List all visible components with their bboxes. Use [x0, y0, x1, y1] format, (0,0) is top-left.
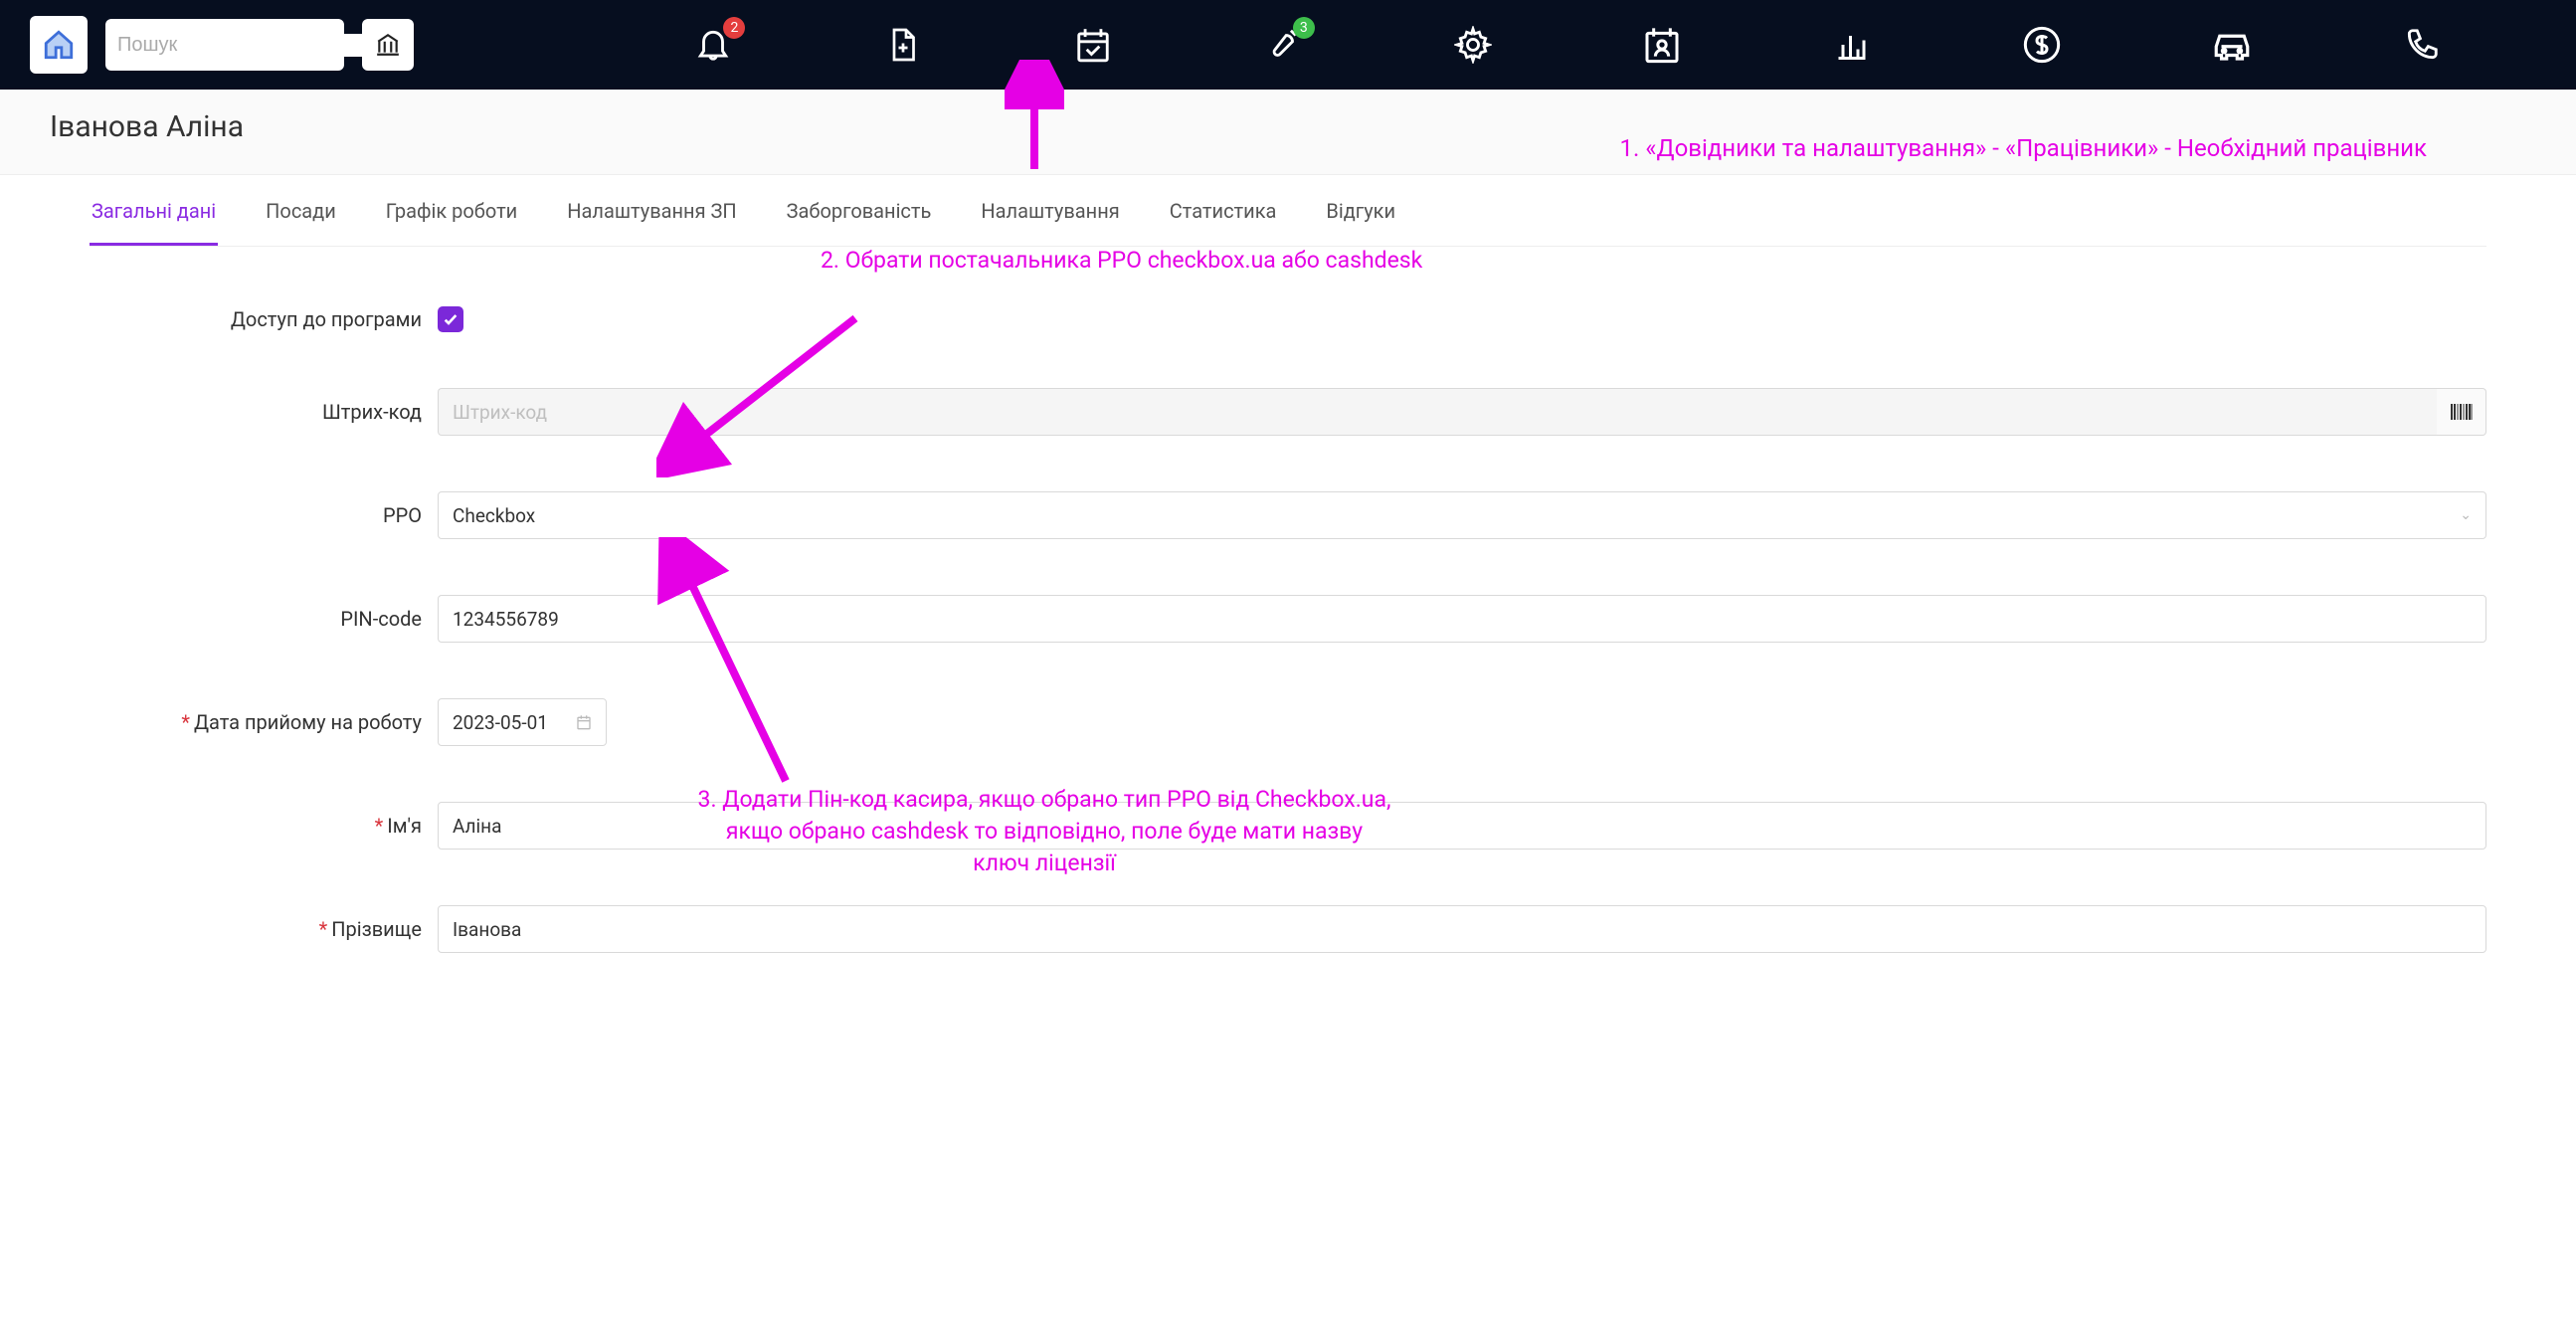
barcode-input[interactable]: Штрих-код [438, 388, 2437, 436]
top-navbar: 2 3 [0, 0, 2576, 90]
label-rro: РРО [90, 503, 438, 527]
tab-settings[interactable]: Налаштування [979, 175, 1121, 246]
calendar-check-icon [1074, 26, 1112, 64]
notifications-badge: 2 [723, 17, 745, 39]
annotation-1: 1. «Довідники та налаштування» - «Праців… [50, 134, 2526, 166]
repair-badge: 3 [1293, 17, 1315, 39]
bank-icon [375, 32, 401, 58]
row-last-name: *Прізвище Іванова [90, 905, 2486, 953]
label-first-name: *Ім'я [90, 814, 438, 838]
tab-general[interactable]: Загальні дані [90, 175, 218, 246]
tab-reviews[interactable]: Відгуки [1324, 175, 1397, 246]
calendar-person-icon [1642, 25, 1682, 65]
barcode-scan-button[interactable] [2437, 388, 2486, 436]
search-box[interactable] [105, 19, 344, 71]
topbar-icons-group: 2 3 [589, 23, 2546, 67]
row-rro: РРО Checkbox ⌄ [90, 491, 2486, 539]
tabs-container: Загальні дані Посади Графік роботи Налаш… [0, 175, 2576, 247]
employees-button[interactable] [1640, 23, 1684, 67]
document-plus-icon [885, 27, 921, 63]
tab-schedule[interactable]: Графік роботи [384, 175, 519, 246]
notifications-button[interactable]: 2 [691, 23, 735, 67]
annotation-2: 2. Обрати постачальника РРО checkbox.ua … [821, 247, 1422, 274]
label-last-name: *Прізвище [90, 917, 438, 941]
phone-icon [2403, 26, 2441, 64]
rro-select[interactable]: Checkbox ⌄ [438, 491, 2486, 539]
row-pin: PIN-code 1234556789 [90, 595, 2486, 643]
home-icon [42, 28, 76, 62]
settings-button[interactable] [1451, 23, 1495, 67]
last-name-input[interactable]: Іванова [438, 905, 2486, 953]
phone-button[interactable] [2400, 23, 2444, 67]
bars-icon [1834, 27, 1870, 63]
rro-value: Checkbox [453, 504, 535, 527]
pin-input[interactable]: 1234556789 [438, 595, 2486, 643]
dollar-circle-icon [2022, 25, 2062, 65]
access-checkbox[interactable] [438, 306, 463, 332]
sub-header: Іванова Аліна 1. «Довідники та налаштува… [0, 90, 2576, 175]
tabs: Загальні дані Посади Графік роботи Налаш… [90, 175, 2486, 247]
search-input[interactable] [117, 34, 381, 57]
label-hire-date: *Дата прийому на роботу [90, 710, 438, 734]
label-barcode: Штрих-код [90, 400, 438, 424]
barcode-icon [2450, 402, 2474, 422]
row-access: Доступ до програми [90, 306, 2486, 332]
tab-positions[interactable]: Посади [264, 175, 338, 246]
label-access: Доступ до програми [90, 307, 438, 331]
car-icon [2211, 24, 2253, 66]
bank-button[interactable] [362, 19, 414, 71]
new-document-button[interactable] [881, 23, 925, 67]
calendar-icon [576, 714, 592, 730]
car-button[interactable] [2210, 23, 2254, 67]
tab-statistics[interactable]: Статистика [1168, 175, 1279, 246]
gear-icon [1454, 26, 1492, 64]
form-area: 2. Обрати постачальника РРО checkbox.ua … [0, 247, 2576, 953]
money-button[interactable] [2020, 23, 2064, 67]
label-pin: PIN-code [90, 607, 438, 631]
repair-button[interactable]: 3 [1261, 23, 1305, 67]
annotation-3: 3. Додати Пін-код касира, якщо обрано ти… [696, 784, 1392, 880]
calendar-check-button[interactable] [1071, 23, 1115, 67]
tab-salary-settings[interactable]: Налаштування ЗП [565, 175, 738, 246]
tab-debt[interactable]: Заборгованість [785, 175, 934, 246]
stats-button[interactable] [1830, 23, 1874, 67]
row-hire-date: *Дата прийому на роботу 2023-05-01 [90, 698, 2486, 746]
checkmark-icon [443, 311, 459, 327]
chevron-down-icon: ⌄ [2460, 507, 2472, 523]
home-button[interactable] [30, 16, 88, 74]
hire-date-value: 2023-05-01 [453, 711, 548, 734]
hire-date-input[interactable]: 2023-05-01 [438, 698, 607, 746]
row-barcode: Штрих-код Штрих-код [90, 388, 2486, 436]
